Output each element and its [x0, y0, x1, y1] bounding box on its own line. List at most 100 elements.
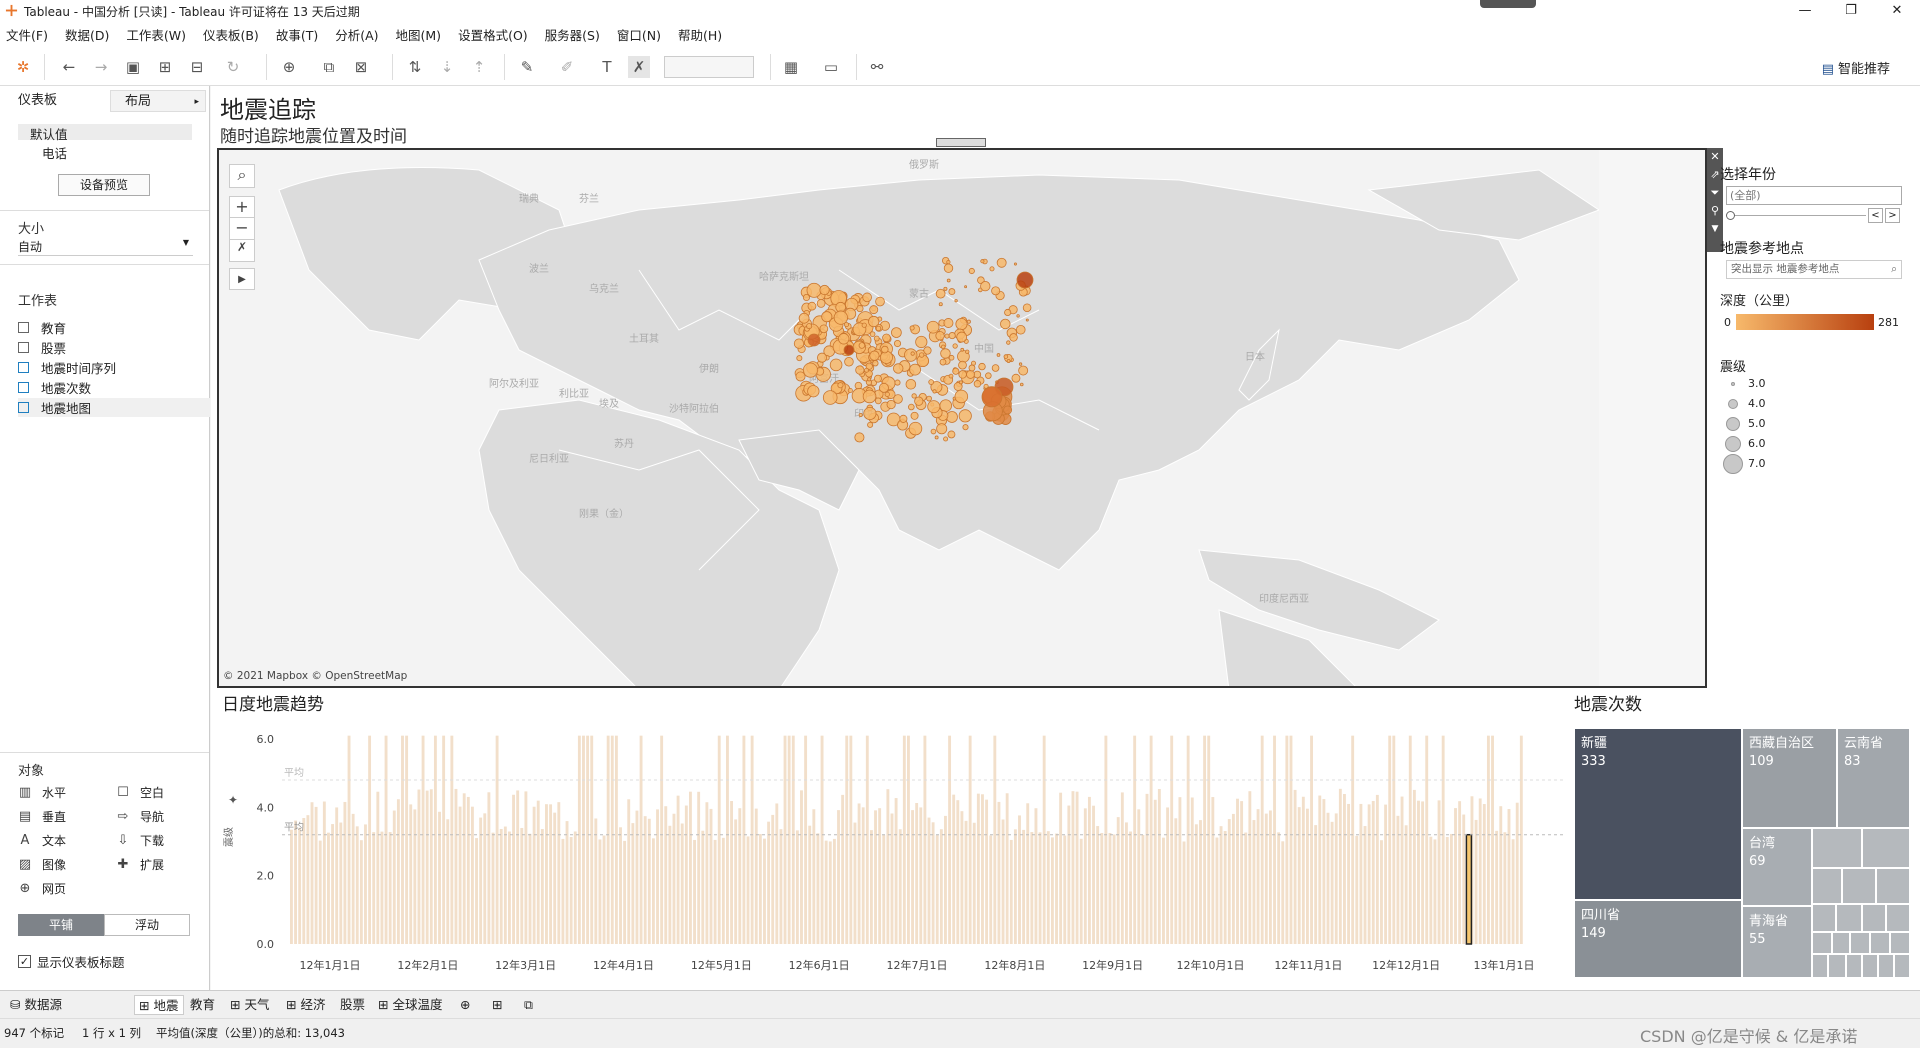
quake-point[interactable]	[899, 414, 908, 423]
quake-point[interactable]	[881, 345, 889, 354]
quake-point[interactable]	[844, 357, 854, 367]
treemap-cell[interactable]	[1828, 954, 1846, 978]
treemap-cell[interactable]	[1812, 828, 1862, 868]
treemap-cell[interactable]	[1862, 828, 1910, 868]
undo-icon[interactable]: ←	[58, 56, 80, 78]
quake-point[interactable]	[952, 343, 958, 349]
treemap-cell[interactable]	[1890, 932, 1910, 954]
quake-point[interactable]	[923, 346, 932, 355]
quake-point[interactable]	[872, 360, 879, 367]
quake-point[interactable]	[1025, 318, 1029, 322]
object-blank[interactable]: ☐ 空白	[116, 784, 164, 801]
quake-point[interactable]	[935, 288, 946, 299]
quake-point[interactable]	[893, 339, 902, 348]
trend-chart[interactable]: 0.02.04.06.0震级✦平均平均12年1月1日 12年2月1日 12年3月1日…	[214, 712, 1576, 982]
quake-point[interactable]	[965, 349, 970, 354]
quake-point[interactable]	[991, 364, 1000, 372]
quake-point[interactable]	[1015, 324, 1026, 335]
quake-point[interactable]	[936, 423, 948, 435]
quake-point[interactable]	[989, 266, 995, 272]
quake-point[interactable]	[962, 424, 969, 431]
quake-point[interactable]	[958, 370, 967, 379]
more-options-icon[interactable]: ▼	[1707, 220, 1723, 238]
quake-point[interactable]	[909, 325, 915, 331]
pin-icon[interactable]: ⚲	[1707, 202, 1723, 220]
quake-point[interactable]	[954, 299, 958, 303]
quake-point[interactable]	[1013, 262, 1017, 266]
menu-help[interactable]: 帮助(H)	[678, 25, 722, 44]
quake-point[interactable]	[1016, 271, 1034, 289]
quake-point[interactable]	[918, 352, 925, 358]
quake-point[interactable]	[873, 374, 882, 383]
worksheet-item[interactable]: 地震次数	[18, 378, 91, 397]
treemap-cell[interactable]	[1886, 904, 1910, 932]
quake-point[interactable]	[894, 379, 901, 386]
restore-icon[interactable]: ❐	[1828, 0, 1874, 22]
tab-education[interactable]: 教育	[186, 995, 219, 1015]
quake-point[interactable]	[926, 395, 932, 402]
show-title-checkbox[interactable]: ✓ 显示仪表板标题	[18, 952, 125, 971]
treemap-cell[interactable]: 青海省 55	[1742, 906, 1812, 978]
treemap-cell[interactable]: 新疆 333	[1574, 728, 1742, 900]
tableau-home-icon[interactable]: ✲	[12, 56, 34, 78]
quake-point[interactable]	[943, 263, 954, 273]
quake-point[interactable]	[980, 280, 991, 292]
quake-point[interactable]	[968, 267, 975, 275]
quake-point[interactable]	[943, 318, 954, 328]
quake-point[interactable]	[869, 331, 876, 337]
save-icon[interactable]: ▣	[122, 56, 144, 78]
treemap-cell[interactable]: 云南省 83	[1837, 728, 1910, 828]
refresh-icon[interactable]: ↻	[222, 56, 244, 78]
quake-point[interactable]	[1018, 362, 1023, 366]
quake-point[interactable]	[948, 373, 954, 379]
quake-point[interactable]	[966, 370, 975, 379]
highlight-icon[interactable]: ✎	[516, 56, 538, 78]
quake-point[interactable]	[911, 393, 917, 399]
tab-weather[interactable]: ⊞ 天气	[226, 995, 274, 1015]
quake-point[interactable]	[816, 299, 826, 308]
quake-point[interactable]	[861, 322, 867, 328]
reset-map-icon[interactable]: ✗	[229, 240, 255, 262]
quake-point[interactable]	[930, 428, 937, 435]
worksheet-item[interactable]: 股票	[18, 338, 66, 357]
tab-economy[interactable]: ⊞ 经济	[282, 995, 330, 1015]
quake-point[interactable]	[910, 351, 915, 356]
quake-point[interactable]	[862, 292, 872, 303]
quake-point[interactable]	[943, 286, 948, 291]
quake-point[interactable]	[955, 317, 968, 331]
close-icon[interactable]: ✕	[1874, 0, 1920, 22]
quake-point[interactable]	[940, 348, 951, 359]
show-labels-icon[interactable]: T	[596, 56, 618, 78]
new-worksheet-icon[interactable]: ⊕	[278, 56, 300, 78]
duplicate-icon[interactable]: ⧉	[318, 56, 340, 78]
float-button[interactable]: 浮动	[104, 914, 190, 936]
minimize-icon[interactable]: —	[1782, 0, 1828, 22]
quake-point[interactable]	[822, 390, 838, 405]
share-icon[interactable]: ⚯	[866, 56, 888, 78]
quake-point[interactable]	[1016, 314, 1020, 318]
treemap-cell[interactable]	[1812, 868, 1842, 904]
quake-point[interactable]	[795, 371, 806, 382]
quake-point[interactable]	[837, 382, 844, 389]
menu-story[interactable]: 故事(T)	[276, 25, 318, 44]
quake-point[interactable]	[886, 399, 896, 410]
quake-point[interactable]	[927, 400, 941, 414]
pause-updates-icon[interactable]: ⊟	[186, 56, 208, 78]
treemap-cell[interactable]: 四川省 149	[1574, 900, 1742, 978]
quake-point[interactable]	[867, 377, 872, 382]
quake-point[interactable]	[869, 305, 879, 315]
presentation-mode-icon[interactable]: ▭	[820, 56, 842, 78]
menu-analysis[interactable]: 分析(A)	[335, 25, 378, 44]
fit-dropdown[interactable]	[664, 56, 754, 78]
swap-icon[interactable]: ⇅	[404, 56, 426, 78]
tab-global-temperature[interactable]: ⊞ 全球温度	[374, 995, 447, 1015]
tab-earthquake[interactable]: ⊞ 地震	[134, 995, 184, 1015]
quake-point[interactable]	[1006, 340, 1011, 345]
quake-point[interactable]	[939, 358, 947, 366]
quake-point[interactable]	[864, 367, 870, 373]
quake-point[interactable]	[944, 333, 950, 339]
treemap-cell[interactable]	[1862, 904, 1886, 932]
menu-format[interactable]: 设置格式(O)	[458, 25, 528, 44]
quake-point[interactable]	[1000, 318, 1011, 330]
quake-point[interactable]	[1009, 333, 1018, 342]
